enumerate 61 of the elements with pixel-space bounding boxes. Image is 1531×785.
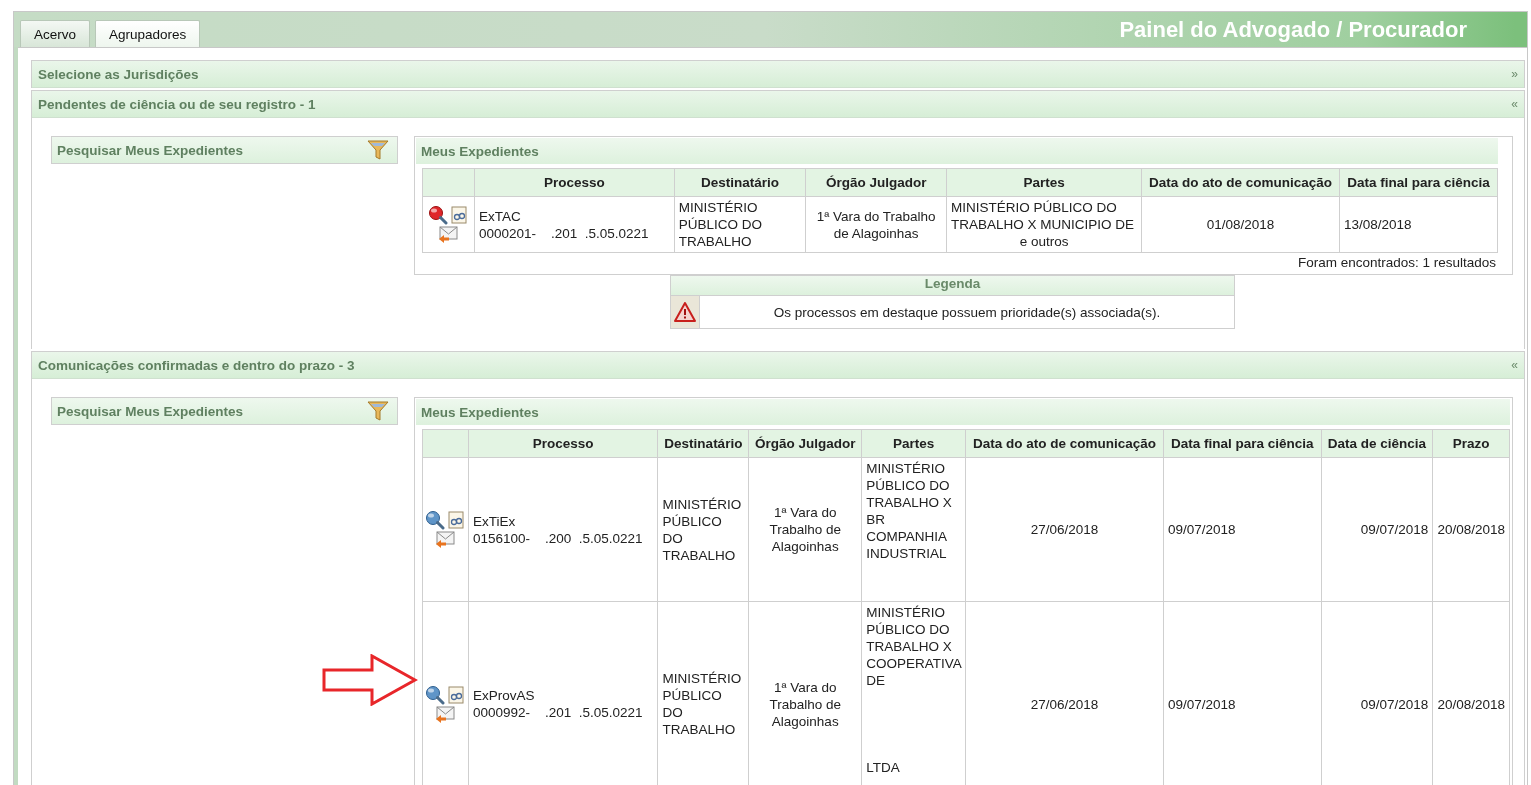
table-cell: 01/08/2018: [1141, 196, 1340, 253]
table-cell: MINISTÉRIO PÚBLICO DO TRABALHO X BR COMPANHIA INDUSTRIAL: [861, 457, 966, 602]
table-cell: 1ª Vara do Trabalho de Alagoinhas: [748, 457, 862, 602]
panel-title: Pesquisar Meus Expedientes: [57, 403, 244, 419]
tab[interactable]: Acervo: [20, 20, 91, 47]
document-icon[interactable]: [447, 685, 466, 704]
column-header[interactable]: Destinatário: [657, 429, 749, 458]
column-header[interactable]: Data final para ciência: [1163, 429, 1322, 458]
tab[interactable]: Agrupadores: [95, 20, 201, 47]
column-header[interactable]: Processo: [468, 429, 658, 458]
section-header[interactable]: Selecione as Jurisdições »: [32, 61, 1524, 88]
process-cell[interactable]: ExTAC 0000201- .201 .5.05.0221: [474, 196, 675, 253]
panel-title: Pesquisar Meus Expedientes: [57, 142, 244, 158]
panel-header[interactable]: Pesquisar Meus Expedientes: [51, 136, 398, 164]
envelope-icon[interactable]: [435, 531, 456, 549]
document-icon[interactable]: [450, 206, 469, 224]
envelope-icon[interactable]: [435, 705, 456, 724]
table-cell: 20/08/2018: [1432, 457, 1510, 602]
search-icon[interactable]: [428, 205, 449, 225]
collapse-toggle[interactable]: »: [1511, 67, 1518, 81]
section-header[interactable]: Pendentes de ciência ou de seu registro - 1 «: [32, 91, 1524, 118]
warning-icon: [674, 302, 696, 322]
panel-title: Meus Expedientes: [421, 404, 539, 420]
column-header[interactable]: Destinatário: [674, 168, 806, 197]
column-header[interactable]: Data de ciência: [1321, 429, 1433, 458]
section-header[interactable]: Comunicações confirmadas e dentro do prazo - 3 «: [32, 352, 1524, 379]
table-cell: MINISTÉRIO PÚBLICO DO TRABALHO: [657, 457, 749, 602]
collapse-toggle[interactable]: «: [1511, 97, 1518, 111]
column-header[interactable]: Data final para ciência: [1339, 168, 1498, 197]
section-title: Pendentes de ciência ou de seu registro - 1: [38, 96, 316, 112]
search-icon[interactable]: [425, 510, 446, 530]
section-title: Selecione as Jurisdições: [38, 66, 199, 82]
filter-icon[interactable]: [367, 139, 389, 161]
section-title: Comunicações confirmadas e dentro do prazo - 3: [38, 357, 355, 373]
collapse-toggle[interactable]: «: [1511, 358, 1518, 372]
column-header[interactable]: Partes: [861, 429, 966, 458]
legend-title: Legenda: [924, 276, 981, 291]
search-icon[interactable]: [425, 684, 446, 705]
table-cell: 09/07/2018: [1321, 457, 1433, 602]
table-cell: 1ª Vara do Trabalho de Alagoinhas: [805, 196, 947, 253]
table-cell: 09/07/2018: [1163, 457, 1322, 602]
panel-title: Meus Expedientes: [421, 143, 539, 159]
filter-icon[interactable]: [367, 400, 389, 422]
column-header[interactable]: Órgão Julgador: [805, 168, 947, 197]
column-header[interactable]: Data do ato de comunicação: [1141, 168, 1340, 197]
column-header[interactable]: Data do ato de comunicação: [965, 429, 1164, 458]
page-title: Painel do Advogado / Procurador: [1119, 16, 1467, 43]
table-cell: 27/06/2018: [965, 457, 1164, 602]
process-cell[interactable]: ExTiEx 0156100- .200 .5.05.0221: [468, 457, 658, 602]
table-cell: MINISTÉRIO PÚBLICO DO TRABALHO: [674, 196, 806, 253]
document-icon[interactable]: [447, 511, 466, 529]
table-cell: 13/08/2018: [1339, 196, 1498, 253]
legend-text: Os processos em destaque possuem prioridade(s) associada(s).: [772, 304, 1162, 320]
column-header[interactable]: Órgão Julgador: [748, 429, 862, 458]
envelope-icon[interactable]: [438, 226, 459, 244]
column-header[interactable]: Partes: [946, 168, 1142, 197]
column-header[interactable]: Processo: [474, 168, 675, 197]
result-count: Foram encontrados: 1 resultados: [1297, 255, 1496, 270]
table-cell: MINISTÉRIO PÚBLICO DO TRABALHO X MUNICIPIO DE e outros: [946, 196, 1142, 253]
panel-header[interactable]: Pesquisar Meus Expedientes: [51, 397, 398, 425]
column-header[interactable]: Prazo: [1432, 429, 1510, 458]
